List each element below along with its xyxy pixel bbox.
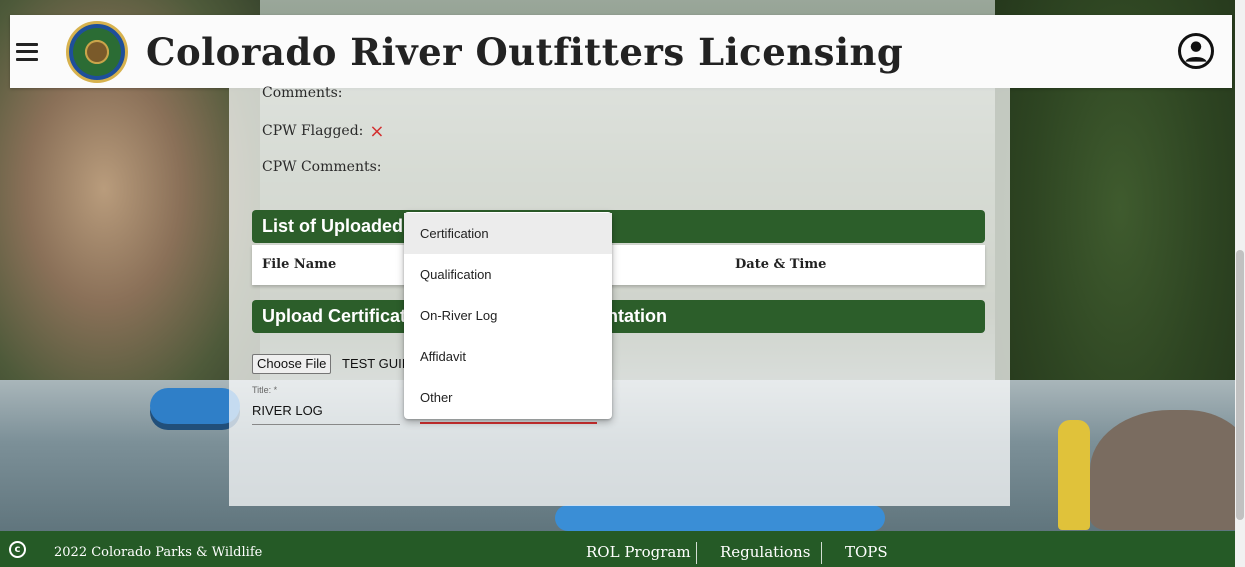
app-title: Colorado River Outfitters Licensing: [146, 29, 904, 74]
upload-certification-header: Upload Certificat entation: [252, 300, 985, 333]
scrollbar-thumb[interactable]: [1236, 250, 1244, 520]
flagged-x-icon: ×: [369, 121, 385, 142]
option-on-river-log[interactable]: On-River Log: [404, 295, 612, 336]
option-certification[interactable]: Certification: [404, 213, 612, 254]
chosen-file-name: TEST GUII: [342, 356, 406, 371]
cpw-comments-label: CPW Comments:: [262, 159, 382, 175]
menu-icon[interactable]: [16, 42, 38, 61]
document-type-dropdown: Certification Qualification On-River Log…: [404, 212, 612, 419]
copyright-icon: c: [9, 541, 26, 558]
upload-title-prefix: Upload Certificat: [262, 306, 407, 326]
app-header: Colorado River Outfitters Licensing: [10, 15, 1232, 88]
option-other[interactable]: Other: [404, 377, 612, 418]
uploaded-files-header: List of Uploaded: [252, 210, 985, 243]
choose-file-button[interactable]: Choose File: [252, 354, 332, 374]
footer-link-rol-program[interactable]: ROL Program: [586, 543, 691, 561]
column-date-time: Date & Time: [735, 257, 827, 272]
option-affidavit[interactable]: Affidavit: [404, 336, 612, 377]
document-type-select[interactable]: [420, 422, 597, 424]
uploaded-files-table-header: File Name Date & Time: [252, 245, 985, 285]
footer-divider: [696, 542, 697, 564]
copyright-text: 2022 Colorado Parks & Wildlife: [54, 545, 263, 560]
user-icon: [1185, 41, 1207, 62]
footer-link-regulations[interactable]: Regulations: [720, 543, 810, 561]
main-panel: Comments: CPW Flagged: × CPW Comments: Li…: [229, 85, 1010, 506]
cpw-logo: [66, 20, 128, 83]
footer: c 2022 Colorado Parks & Wildlife ROL Pro…: [0, 531, 1245, 567]
cpw-flagged-label: CPW Flagged:: [262, 123, 364, 139]
footer-link-tops[interactable]: TOPS: [845, 543, 888, 561]
column-file-name: File Name: [262, 257, 337, 272]
footer-divider: [821, 542, 822, 564]
cpw-flagged-row: CPW Flagged: ×: [262, 121, 385, 142]
option-qualification[interactable]: Qualification: [404, 254, 612, 295]
comments-label: Comments:: [262, 85, 343, 101]
title-input[interactable]: [252, 397, 400, 425]
account-icon[interactable]: [1178, 33, 1214, 69]
page-scrollbar[interactable]: [1235, 0, 1245, 567]
title-field-label: Title: *: [252, 385, 278, 395]
